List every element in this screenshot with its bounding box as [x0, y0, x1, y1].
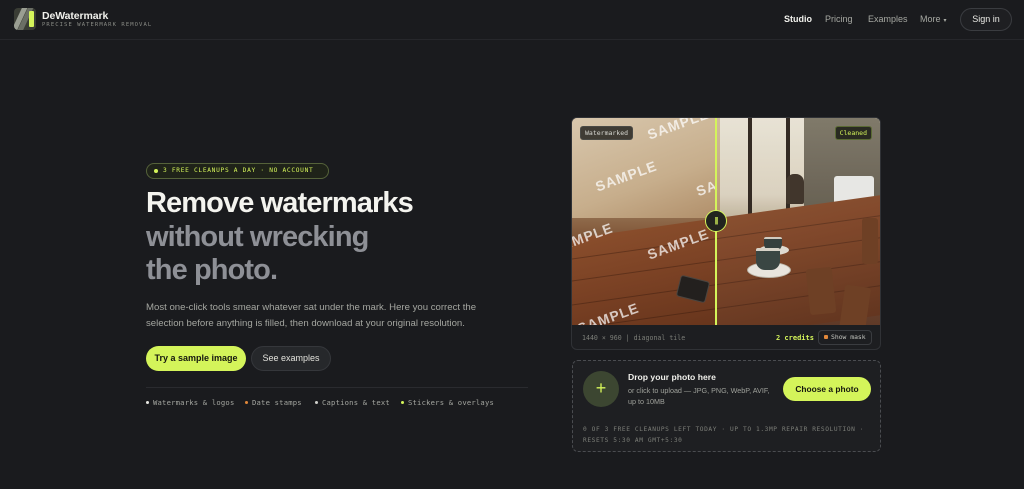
bullet-icon	[401, 400, 404, 404]
cleaned-label: Cleaned	[834, 126, 872, 140]
headline-line-3: the photo.	[146, 254, 278, 286]
brand-tagline: PRECISE WATERMARK REMOVAL	[42, 22, 153, 28]
mask-swatch-icon	[824, 335, 828, 339]
nav-examples[interactable]: Examples	[868, 14, 908, 26]
nav-more-label: More	[920, 14, 941, 24]
try-sample-button[interactable]: Try a sample image	[146, 346, 246, 371]
choose-photo-button[interactable]: Choose a photo	[783, 377, 871, 401]
before-after-preview-card: SAMPLE SAMPLE SAMPLE SAMPLE SA SAMPLE ||…	[571, 117, 881, 350]
feature-label: Date stamps	[252, 398, 302, 407]
show-mask-toggle[interactable]: Show mask	[818, 330, 872, 345]
nav-studio[interactable]: Studio	[784, 14, 812, 26]
sign-in-button[interactable]: Sign in	[960, 8, 1012, 31]
hero-description: Most one-click tools smear whatever sat …	[146, 302, 477, 329]
top-nav-bar: DeWatermark PRECISE WATERMARK REMOVAL St…	[0, 0, 1024, 40]
feature-captions: Captions & text	[315, 398, 390, 407]
bullet-icon	[146, 400, 149, 404]
badge-dot-icon	[154, 169, 158, 173]
cafe-photo-image[interactable]: SAMPLE SAMPLE SAMPLE SAMPLE SA SAMPLE ||…	[572, 118, 880, 325]
feature-label: Stickers & overlays	[408, 398, 495, 407]
feature-watermarks: Watermarks & logos	[146, 398, 235, 407]
bullet-icon	[315, 400, 318, 404]
badge-text: 3 FREE CLEANUPS A DAY · NO ACCOUNT	[163, 167, 314, 174]
headline-line-2: without wrecking	[146, 221, 369, 253]
credits-count: 2 credits	[776, 334, 814, 342]
feature-label: Watermarks & logos	[153, 398, 235, 407]
feature-date-stamps: Date stamps	[245, 398, 302, 407]
watermarked-label: Watermarked	[580, 126, 634, 140]
dropzone-title: Drop your photo here	[628, 372, 716, 382]
nav-pricing[interactable]: Pricing	[825, 14, 853, 26]
bullet-icon	[245, 400, 248, 404]
chevron-down-icon: ▾	[943, 18, 947, 24]
image-dimensions: 1440 × 960 | diagonal tile	[582, 334, 686, 342]
divider	[146, 387, 528, 388]
plus-icon[interactable]: +	[583, 371, 619, 407]
logo-icon[interactable]	[14, 8, 36, 30]
feature-stickers: Stickers & overlays	[401, 398, 494, 407]
headline-line-1: Remove watermarks	[146, 187, 414, 219]
dropzone-subtitle: or click to upload — JPG, PNG, WebP, AVI…	[628, 386, 770, 406]
brand-name[interactable]: DeWatermark	[42, 10, 108, 22]
preview-footer: 1440 × 960 | diagonal tile 2 credits Sho…	[572, 325, 880, 349]
nav-more[interactable]: More ▾	[920, 14, 947, 26]
free-cleanups-badge: 3 FREE CLEANUPS A DAY · NO ACCOUNT	[146, 163, 329, 179]
drag-handle-icon[interactable]: |||	[705, 210, 727, 232]
feature-label: Captions & text	[322, 398, 390, 407]
see-examples-button[interactable]: See examples	[251, 346, 331, 371]
upload-dropzone[interactable]: + Drop your photo here or click to uploa…	[572, 360, 881, 452]
quota-status: 0 OF 3 FREE CLEANUPS LEFT TODAY · UP TO …	[583, 426, 865, 444]
show-mask-label: Show mask	[831, 333, 866, 341]
